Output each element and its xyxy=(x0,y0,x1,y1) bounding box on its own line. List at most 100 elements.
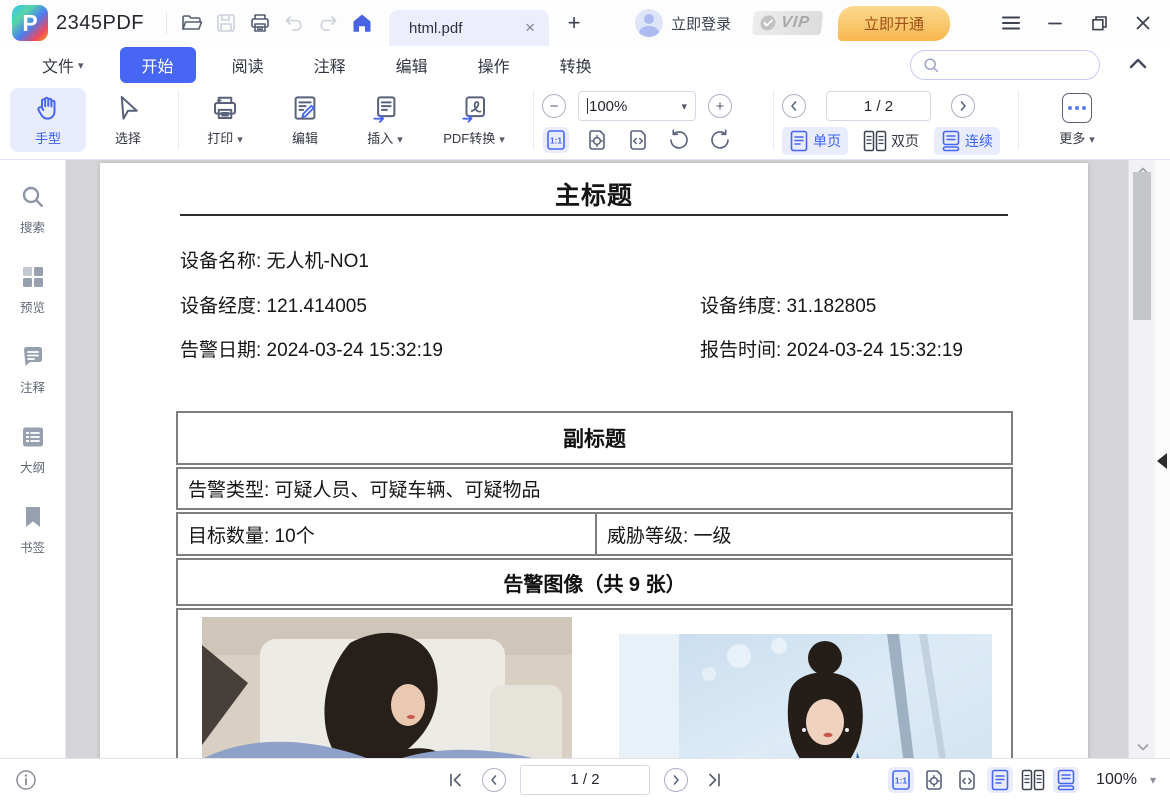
upgrade-button[interactable]: 立即开通 xyxy=(838,6,950,41)
sidebar-item-outline[interactable]: 大纲 xyxy=(20,424,46,476)
svg-text:1:1: 1:1 xyxy=(895,775,908,785)
continuous-page-icon xyxy=(941,130,961,152)
caret-down-icon[interactable]: ▾ xyxy=(681,100,687,113)
sidebar-item-annotations[interactable]: 注释 xyxy=(20,344,46,396)
actual-size-button[interactable]: 1:1 xyxy=(888,767,914,793)
redo-icon xyxy=(316,11,340,35)
zoom-level-input[interactable]: 100% ▾ xyxy=(578,91,696,121)
sidebar-item-search[interactable]: 搜索 xyxy=(20,184,46,236)
continuous-page-icon xyxy=(1056,769,1076,791)
document-tab[interactable]: html.pdf × xyxy=(389,10,549,46)
printer-icon xyxy=(210,93,240,123)
more-tools-button[interactable]: 更多▾ xyxy=(1039,88,1115,152)
folder-open-icon xyxy=(180,11,204,35)
vip-label: VIP xyxy=(780,14,811,32)
next-page-button[interactable] xyxy=(951,94,975,118)
document-canvas[interactable]: 主标题 设备名称: 无人机-NO1 设备经度: 121.414005 设备纬度:… xyxy=(66,160,1128,758)
hand-tool-button[interactable]: 手型 xyxy=(10,88,86,152)
chevron-left-icon xyxy=(488,774,500,786)
insert-page-icon xyxy=(370,93,400,123)
minimize-button[interactable] xyxy=(1038,6,1072,40)
vip-badge[interactable]: VIP xyxy=(752,11,823,35)
undo-button[interactable] xyxy=(277,6,311,40)
tab-close-icon[interactable]: × xyxy=(523,18,537,38)
pdf-convert-tool-button[interactable]: PDF转换▾ xyxy=(427,88,521,152)
zoom-level-value[interactable]: 100% xyxy=(1096,771,1137,789)
document-info-button[interactable] xyxy=(14,768,38,792)
printer-icon xyxy=(248,11,272,35)
single-page-mode-button[interactable]: 单页 xyxy=(782,127,848,155)
menu-convert[interactable]: 转换 xyxy=(546,47,606,83)
scrollbar-thumb[interactable] xyxy=(1133,172,1151,320)
divider xyxy=(773,90,774,150)
divider xyxy=(178,90,179,150)
close-icon xyxy=(1135,15,1151,31)
previous-page-button[interactable] xyxy=(782,94,806,118)
select-tool-button[interactable]: 选择 xyxy=(90,88,166,152)
longitude-line: 设备经度: 121.414005 xyxy=(180,291,367,318)
vertical-scrollbar[interactable] xyxy=(1128,160,1155,758)
new-tab-button[interactable]: + xyxy=(559,10,589,36)
continuous-label: 连续 xyxy=(965,131,993,151)
fit-page-button[interactable] xyxy=(921,767,947,793)
first-page-button[interactable] xyxy=(448,773,464,787)
restore-button[interactable] xyxy=(1082,6,1116,40)
actual-size-button[interactable]: 1:1 xyxy=(543,127,569,153)
last-page-button[interactable] xyxy=(706,773,722,787)
continuous-mode-button[interactable] xyxy=(1053,767,1079,793)
previous-page-button[interactable] xyxy=(482,768,506,792)
print-tool-button[interactable]: 打印▾ xyxy=(187,88,263,152)
titlebar: P 2345PDF html.pdf × + 立即登录 xyxy=(0,0,1170,46)
menu-annotate[interactable]: 注释 xyxy=(300,47,360,83)
single-page-mode-button[interactable] xyxy=(987,767,1013,793)
home-button[interactable] xyxy=(345,6,379,40)
menu-operate[interactable]: 操作 xyxy=(464,47,524,83)
app-menu-button[interactable] xyxy=(994,6,1028,40)
redo-button[interactable] xyxy=(311,6,345,40)
edit-tool-button[interactable]: 编辑 xyxy=(267,88,343,152)
fit-width-button[interactable] xyxy=(625,127,651,153)
menu-read[interactable]: 阅读 xyxy=(218,47,278,83)
rotate-left-button[interactable] xyxy=(666,127,692,153)
thumbnail-grid-icon xyxy=(20,264,46,290)
save-button[interactable] xyxy=(209,6,243,40)
double-page-mode-button[interactable]: 双页 xyxy=(856,127,926,155)
continuous-mode-button[interactable]: 连续 xyxy=(934,127,1000,155)
avatar[interactable] xyxy=(635,9,663,37)
left-panel-rail: 搜索 预览 注释 大纲 书签 xyxy=(0,160,66,758)
fit-page-button[interactable] xyxy=(584,127,610,153)
search-input[interactable] xyxy=(910,50,1100,80)
rotate-right-button[interactable] xyxy=(707,127,733,153)
open-file-button[interactable] xyxy=(175,6,209,40)
fit-page-icon xyxy=(585,128,609,152)
login-button[interactable]: 立即登录 xyxy=(671,13,731,34)
insert-tool-button[interactable]: 插入▾ xyxy=(347,88,423,152)
sidebar-item-preview[interactable]: 预览 xyxy=(20,264,46,316)
next-page-button[interactable] xyxy=(664,768,688,792)
search-icon xyxy=(923,57,940,74)
zoom-in-button[interactable]: + xyxy=(708,94,732,118)
fit-width-icon xyxy=(955,768,979,792)
menu-start[interactable]: 开始 xyxy=(120,47,196,83)
close-button[interactable] xyxy=(1126,6,1160,40)
menu-file[interactable]: 文件 ▾ xyxy=(28,47,98,83)
zoom-out-button[interactable]: − xyxy=(542,94,566,118)
menu-edit[interactable]: 编辑 xyxy=(382,47,442,83)
collapse-panel-arrow-icon[interactable] xyxy=(1157,453,1167,469)
single-page-label: 单页 xyxy=(813,131,841,151)
document-main-title: 主标题 xyxy=(100,176,1088,212)
double-page-mode-button[interactable] xyxy=(1020,767,1046,793)
fit-width-button[interactable] xyxy=(954,767,980,793)
page-indicator[interactable]: 1 / 2 xyxy=(826,91,931,121)
page-indicator[interactable]: 1 / 2 xyxy=(520,765,650,795)
alarm-table: 副标题 告警类型: 可疑人员、可疑车辆、可疑物品 目标数量: 10个 威胁等级:… xyxy=(176,411,1013,758)
sidebar-item-bookmarks[interactable]: 书签 xyxy=(20,504,46,556)
fit-width-icon xyxy=(626,128,650,152)
caret-down-icon[interactable]: ▾ xyxy=(1150,773,1156,787)
print-button[interactable] xyxy=(243,6,277,40)
scroll-down-icon[interactable] xyxy=(1129,738,1156,756)
collapse-ribbon-button[interactable] xyxy=(1128,56,1148,75)
pdf-convert-icon xyxy=(459,93,489,123)
single-page-icon xyxy=(990,769,1010,791)
actual-size-icon: 1:1 xyxy=(889,768,913,792)
